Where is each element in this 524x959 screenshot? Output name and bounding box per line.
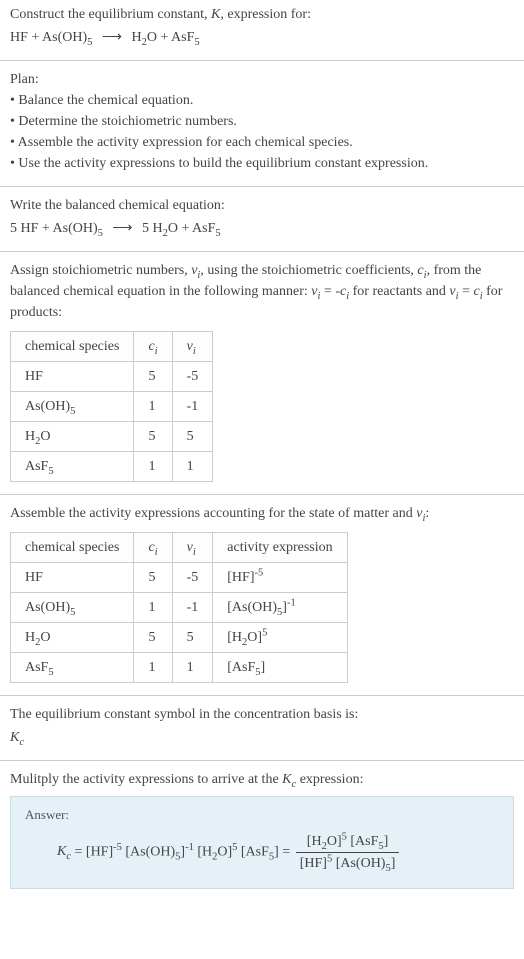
answer-label: Answer: xyxy=(25,805,499,831)
unbalanced-equation: HF + As(OH)5 ⟶ H2O + AsF5 xyxy=(10,25,514,48)
cell-ci: 5 xyxy=(134,563,172,593)
multiply-block: Mulitply the activity expressions to arr… xyxy=(0,760,524,901)
plan-item: Use the activity expressions to build th… xyxy=(10,153,514,174)
answer-box: Answer: Kc = [HF]-5 [As(OH)5]-1 [H2O]5 [… xyxy=(10,796,514,889)
balanced-title: Write the balanced chemical equation: xyxy=(10,195,514,216)
kc-symbol: Kc xyxy=(10,725,514,748)
cell-species: As(OH)5 xyxy=(11,392,134,422)
table-row: H2O 5 5 [H2O]5 xyxy=(11,623,348,653)
cell-vi: -1 xyxy=(172,593,213,623)
cell-species: AsF5 xyxy=(11,653,134,683)
cell-species: AsF5 xyxy=(11,452,134,482)
cell-ci: 5 xyxy=(134,362,172,392)
cell-species: As(OH)5 xyxy=(11,593,134,623)
activity-intro: Assemble the activity expressions accoun… xyxy=(10,503,514,524)
cell-ci: 1 xyxy=(134,392,172,422)
cell-vi: 1 xyxy=(172,653,213,683)
cell-vi: -5 xyxy=(172,362,213,392)
cell-ci: 1 xyxy=(134,653,172,683)
cell-ci: 5 xyxy=(134,422,172,452)
balanced-block: Write the balanced chemical equation: 5 … xyxy=(0,186,524,251)
stoich-intro: Assign stoichiometric numbers, νi, using… xyxy=(10,260,514,323)
table-row: H2O 5 5 xyxy=(11,422,213,452)
cell-vi: 5 xyxy=(172,623,213,653)
cell-species: H2O xyxy=(11,422,134,452)
cell-vi: 1 xyxy=(172,452,213,482)
cell-ci: 1 xyxy=(134,452,172,482)
plan-item: Balance the chemical equation. xyxy=(10,90,514,111)
balanced-equation: 5 HF + As(OH)5 ⟶ 5 H2O + AsF5 xyxy=(10,216,514,239)
col-vi: νi xyxy=(172,533,213,563)
table-row: AsF5 1 1 xyxy=(11,452,213,482)
cell-species: H2O xyxy=(11,623,134,653)
symbol-line: The equilibrium constant symbol in the c… xyxy=(10,704,514,725)
plan-block: Plan: Balance the chemical equation. Det… xyxy=(0,60,524,186)
prompt-line: Construct the equilibrium constant, K, e… xyxy=(10,4,514,25)
cell-expr: [As(OH)5]-1 xyxy=(213,593,347,623)
col-ci: ci xyxy=(134,332,172,362)
table-row: AsF5 1 1 [AsF5] xyxy=(11,653,348,683)
cell-species: HF xyxy=(11,563,134,593)
activity-table: chemical species ci νi activity expressi… xyxy=(10,532,348,683)
cell-expr: [H2O]5 xyxy=(213,623,347,653)
plan-item: Assemble the activity expression for eac… xyxy=(10,132,514,153)
cell-species: HF xyxy=(11,362,134,392)
col-species: chemical species xyxy=(11,332,134,362)
table-row: HF 5 -5 [HF]-5 xyxy=(11,563,348,593)
table-row: As(OH)5 1 -1 [As(OH)5]-1 xyxy=(11,593,348,623)
cell-vi: 5 xyxy=(172,422,213,452)
plan-item: Determine the stoichiometric numbers. xyxy=(10,111,514,132)
cell-ci: 5 xyxy=(134,623,172,653)
cell-vi: -1 xyxy=(172,392,213,422)
stoich-block: Assign stoichiometric numbers, νi, using… xyxy=(0,251,524,494)
answer-equation: Kc = [HF]-5 [As(OH)5]-1 [H2O]5 [AsF5] = … xyxy=(25,831,499,874)
plan-title: Plan: xyxy=(10,69,514,90)
col-vi: νi xyxy=(172,332,213,362)
stoich-table: chemical species ci νi HF 5 -5 As(OH)5 1… xyxy=(10,331,213,482)
cell-expr: [AsF5] xyxy=(213,653,347,683)
cell-expr: [HF]-5 xyxy=(213,563,347,593)
prompt-block: Construct the equilibrium constant, K, e… xyxy=(0,0,524,60)
table-row: HF 5 -5 xyxy=(11,362,213,392)
col-ci: ci xyxy=(134,533,172,563)
symbol-block: The equilibrium constant symbol in the c… xyxy=(0,695,524,760)
multiply-line: Mulitply the activity expressions to arr… xyxy=(10,769,514,790)
cell-vi: -5 xyxy=(172,563,213,593)
col-species: chemical species xyxy=(11,533,134,563)
cell-ci: 1 xyxy=(134,593,172,623)
activity-block: Assemble the activity expressions accoun… xyxy=(0,494,524,695)
table-row: As(OH)5 1 -1 xyxy=(11,392,213,422)
plan-list: Balance the chemical equation. Determine… xyxy=(10,90,514,174)
col-expr: activity expression xyxy=(213,533,347,563)
